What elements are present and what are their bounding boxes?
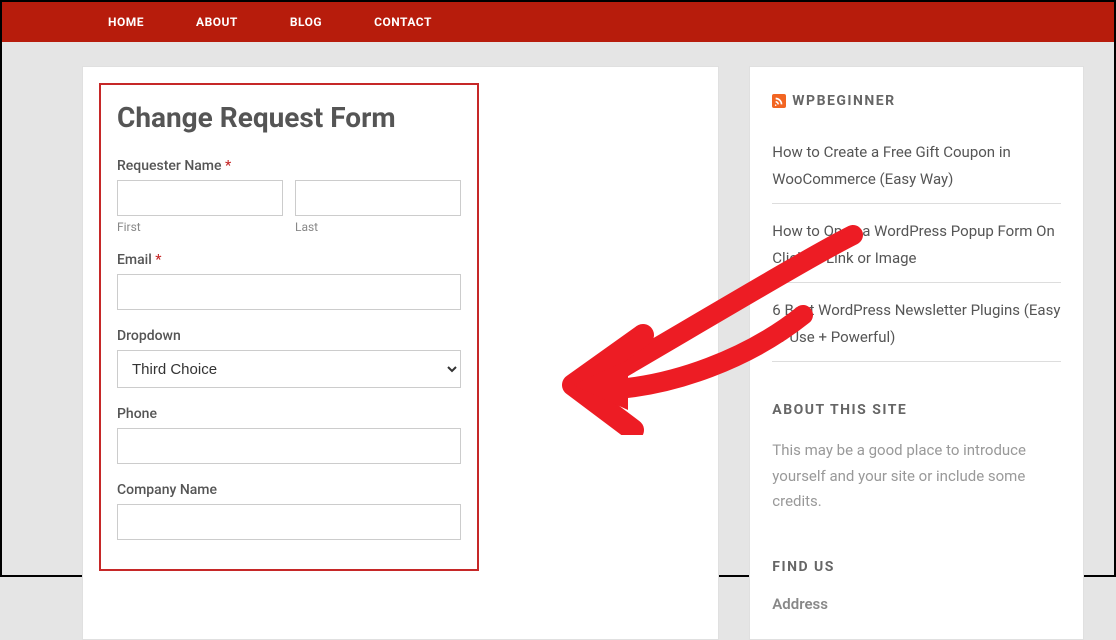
email-input[interactable] (117, 274, 461, 310)
nav-blog[interactable]: BLOG (264, 15, 348, 29)
form-title: Change Request Form (117, 101, 461, 134)
navbar: HOME ABOUT BLOG CONTACT (2, 2, 1114, 42)
address-label: Address (772, 595, 1061, 613)
field-email: Email * (117, 252, 461, 310)
label-dropdown: Dropdown (117, 328, 461, 344)
change-request-form: Change Request Form Requester Name * Fir… (99, 83, 479, 571)
last-name-input[interactable] (295, 180, 461, 216)
field-phone: Phone (117, 406, 461, 464)
widget-title-findus: FIND US (772, 559, 1061, 575)
field-company: Company Name (117, 482, 461, 540)
dropdown-select[interactable]: Third Choice (117, 350, 461, 388)
widget-title-about: ABOUT THIS SITE (772, 402, 1061, 418)
rss-icon (772, 94, 786, 108)
sub-label-last: Last (295, 220, 461, 234)
label-email: Email * (117, 252, 461, 268)
widget-title-rss: WPBEGINNER (772, 93, 1061, 109)
sub-label-first: First (117, 220, 283, 234)
first-name-input[interactable] (117, 180, 283, 216)
label-company: Company Name (117, 482, 461, 498)
rss-post-link[interactable]: How to Open a WordPress Popup Form On Cl… (772, 222, 1054, 268)
phone-input[interactable] (117, 428, 461, 464)
nav-about[interactable]: ABOUT (170, 15, 264, 29)
field-dropdown: Dropdown Third Choice (117, 328, 461, 388)
list-item: How to Open a WordPress Popup Form On Cl… (772, 210, 1061, 283)
nav-contact[interactable]: CONTACT (348, 15, 458, 29)
label-phone: Phone (117, 406, 461, 422)
required-asterisk: * (225, 158, 231, 174)
field-requester-name: Requester Name * First Last (117, 158, 461, 234)
list-item: How to Create a Free Gift Coupon in WooC… (772, 131, 1061, 204)
rss-post-link[interactable]: 6 Best WordPress Newsletter Plugins (Eas… (772, 301, 1060, 347)
main-card: Change Request Form Requester Name * Fir… (82, 66, 719, 640)
list-item: 6 Best WordPress Newsletter Plugins (Eas… (772, 289, 1061, 362)
company-input[interactable] (117, 504, 461, 540)
rss-post-list: How to Create a Free Gift Coupon in WooC… (772, 131, 1061, 362)
rss-post-link[interactable]: How to Create a Free Gift Coupon in WooC… (772, 143, 1010, 189)
sidebar: WPBEGINNER How to Create a Free Gift Cou… (749, 66, 1084, 640)
label-requester-name: Requester Name * (117, 158, 461, 174)
required-asterisk: * (155, 252, 161, 268)
nav-home[interactable]: HOME (82, 15, 170, 29)
about-text: This may be a good place to introduce yo… (772, 438, 1061, 515)
